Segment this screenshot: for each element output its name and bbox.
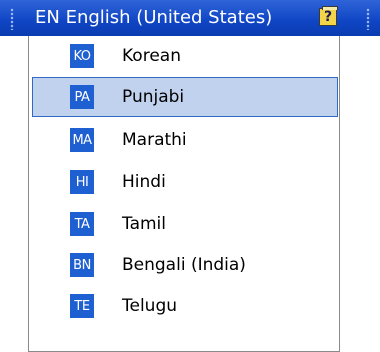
language-menu: KO Korean PA Punjabi MA Marathi HI Hindi… (28, 36, 340, 352)
language-code-badge: KO (70, 44, 94, 68)
language-label: Marathi (122, 130, 187, 150)
menu-item-telugu[interactable]: TE Telugu (32, 286, 338, 326)
language-label: Korean (122, 46, 181, 66)
help-glyph: ? (323, 9, 333, 25)
language-label: Punjabi (122, 87, 185, 107)
language-label: Bengali (India) (122, 255, 246, 275)
language-code-badge: PA (70, 85, 94, 109)
menu-item-korean[interactable]: KO Korean (32, 36, 338, 76)
language-code-badge: TE (70, 294, 94, 318)
language-code-badge: TA (70, 212, 94, 236)
language-label: Telugu (122, 296, 178, 316)
current-language-code: EN (35, 7, 60, 28)
language-label: Hindi (122, 172, 166, 192)
menu-item-bengali-india[interactable]: BN Bengali (India) (32, 245, 338, 285)
current-language-button[interactable]: EN English (United States) (35, 0, 272, 36)
language-code-badge: HI (70, 170, 94, 194)
help-icon[interactable]: ? (319, 6, 338, 26)
language-label: Tamil (122, 214, 166, 234)
current-language-name: English (United States) (65, 7, 273, 28)
menu-item-marathi[interactable]: MA Marathi (32, 120, 338, 160)
menu-item-tamil[interactable]: TA Tamil (32, 204, 338, 244)
drag-handle[interactable] (10, 8, 14, 30)
language-code-badge: BN (70, 253, 94, 277)
language-bar: EN English (United States) ? (0, 0, 380, 36)
language-code-badge: MA (70, 128, 94, 152)
menu-item-hindi[interactable]: HI Hindi (32, 162, 338, 202)
options-handle[interactable] (366, 8, 370, 30)
menu-item-punjabi[interactable]: PA Punjabi (32, 77, 338, 117)
